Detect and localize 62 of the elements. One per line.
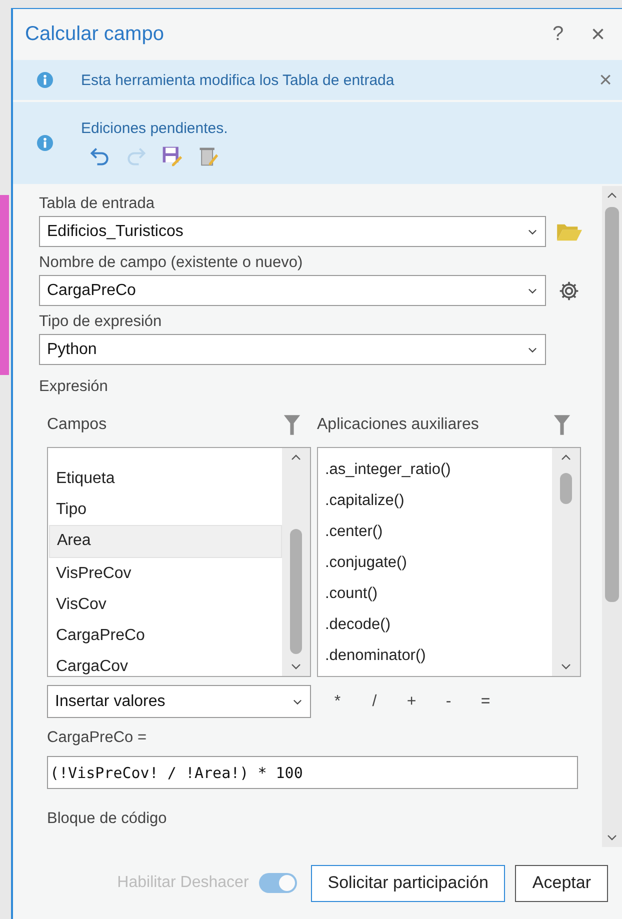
operator-button[interactable]: +: [399, 692, 424, 710]
dialog-title: Calcular campo: [25, 23, 165, 46]
chevron-up-icon[interactable]: [607, 192, 617, 199]
list-heading: Aplicaciones auxiliares: [317, 416, 480, 434]
scrollbar[interactable]: [602, 186, 622, 847]
field-list-item[interactable]: Tipo: [49, 494, 282, 525]
dialog-button[interactable]: Aceptar: [515, 864, 608, 902]
info-icon: [37, 135, 53, 151]
helper-list-item[interactable]: .capitalize(): [319, 485, 552, 516]
helper-list-item[interactable]: .as_integer_ratio(): [319, 454, 552, 485]
close-button[interactable]: ×: [578, 20, 618, 48]
chevron-up-icon[interactable]: [561, 454, 571, 461]
filter-icon[interactable]: [553, 413, 571, 437]
chevron-down-icon[interactable]: [291, 663, 301, 670]
operator-button[interactable]: =: [473, 692, 498, 710]
scrollbar-thumb[interactable]: [560, 473, 572, 504]
message-text: Ediciones pendientes.: [81, 120, 229, 136]
save-edits-icon[interactable]: [161, 144, 183, 166]
scrollbar-thumb[interactable]: [605, 207, 619, 602]
helper-list-item[interactable]: .denominator(): [319, 640, 552, 671]
close-button[interactable]: ×: [595, 67, 616, 93]
operator-button[interactable]: -: [436, 692, 461, 710]
code-block-label: Bloque de código: [46, 809, 168, 829]
insert-values-dropdown[interactable]: Insertar valores: [47, 685, 311, 718]
field-list-item[interactable]: Etiqueta: [49, 463, 282, 494]
operator-button[interactable]: /: [362, 692, 387, 710]
scrollbar[interactable]: [282, 448, 310, 676]
helper-list-item[interactable]: .decode(): [319, 609, 552, 640]
dropdown-field[interactable]: CargaPreCo: [39, 275, 546, 306]
chevron-down-icon[interactable]: [561, 663, 571, 670]
dropdown-field[interactable]: Edificios_Turisticos: [39, 216, 546, 247]
field-list-item[interactable]: Area: [49, 525, 282, 558]
field-list-item[interactable]: CargaCov: [49, 651, 282, 676]
help-button[interactable]: ?: [538, 23, 578, 46]
list-heading: Campos: [47, 416, 108, 434]
expression-input[interactable]: (!VisPreCov! / !Area!) * 100: [47, 756, 578, 789]
helper-list-item[interactable]: .center(): [319, 516, 552, 547]
field-list-item[interactable]: CargaPreCo: [49, 620, 282, 651]
expression-label: CargaPreCo =: [46, 728, 148, 748]
field-label: Tabla de entrada: [39, 194, 156, 214]
chevron-down-icon: [528, 288, 537, 294]
filter-icon[interactable]: [283, 413, 301, 437]
dialog-button[interactable]: Solicitar participación: [310, 864, 506, 902]
field-list-item[interactable]: VisPreCov: [49, 558, 282, 589]
chevron-up-icon[interactable]: [291, 454, 301, 461]
operator-button[interactable]: *: [325, 692, 350, 710]
helper-list-item[interactable]: .count(): [319, 578, 552, 609]
chevron-down-icon: [528, 346, 537, 352]
field-label: Nombre de campo (existente o nuevo): [39, 253, 304, 273]
scrollbar-thumb[interactable]: [290, 529, 302, 654]
chevron-down-icon: [293, 698, 302, 704]
chevron-down-icon: [528, 228, 537, 234]
section-label: Expresión: [39, 377, 109, 397]
dropdown-field[interactable]: Python: [39, 334, 546, 365]
helper-list-item[interactable]: .conjugate(): [319, 547, 552, 578]
field-label: Tipo de expresión: [39, 312, 163, 332]
field-list-item[interactable]: VisCov: [49, 589, 282, 620]
toggle-label: Habilitar Deshacer: [117, 874, 249, 892]
scrollbar[interactable]: [552, 448, 580, 676]
message-text: Esta herramienta modifica los Tabla de entrada: [81, 72, 396, 88]
chevron-down-icon[interactable]: [607, 834, 617, 841]
info-icon: [37, 72, 53, 88]
